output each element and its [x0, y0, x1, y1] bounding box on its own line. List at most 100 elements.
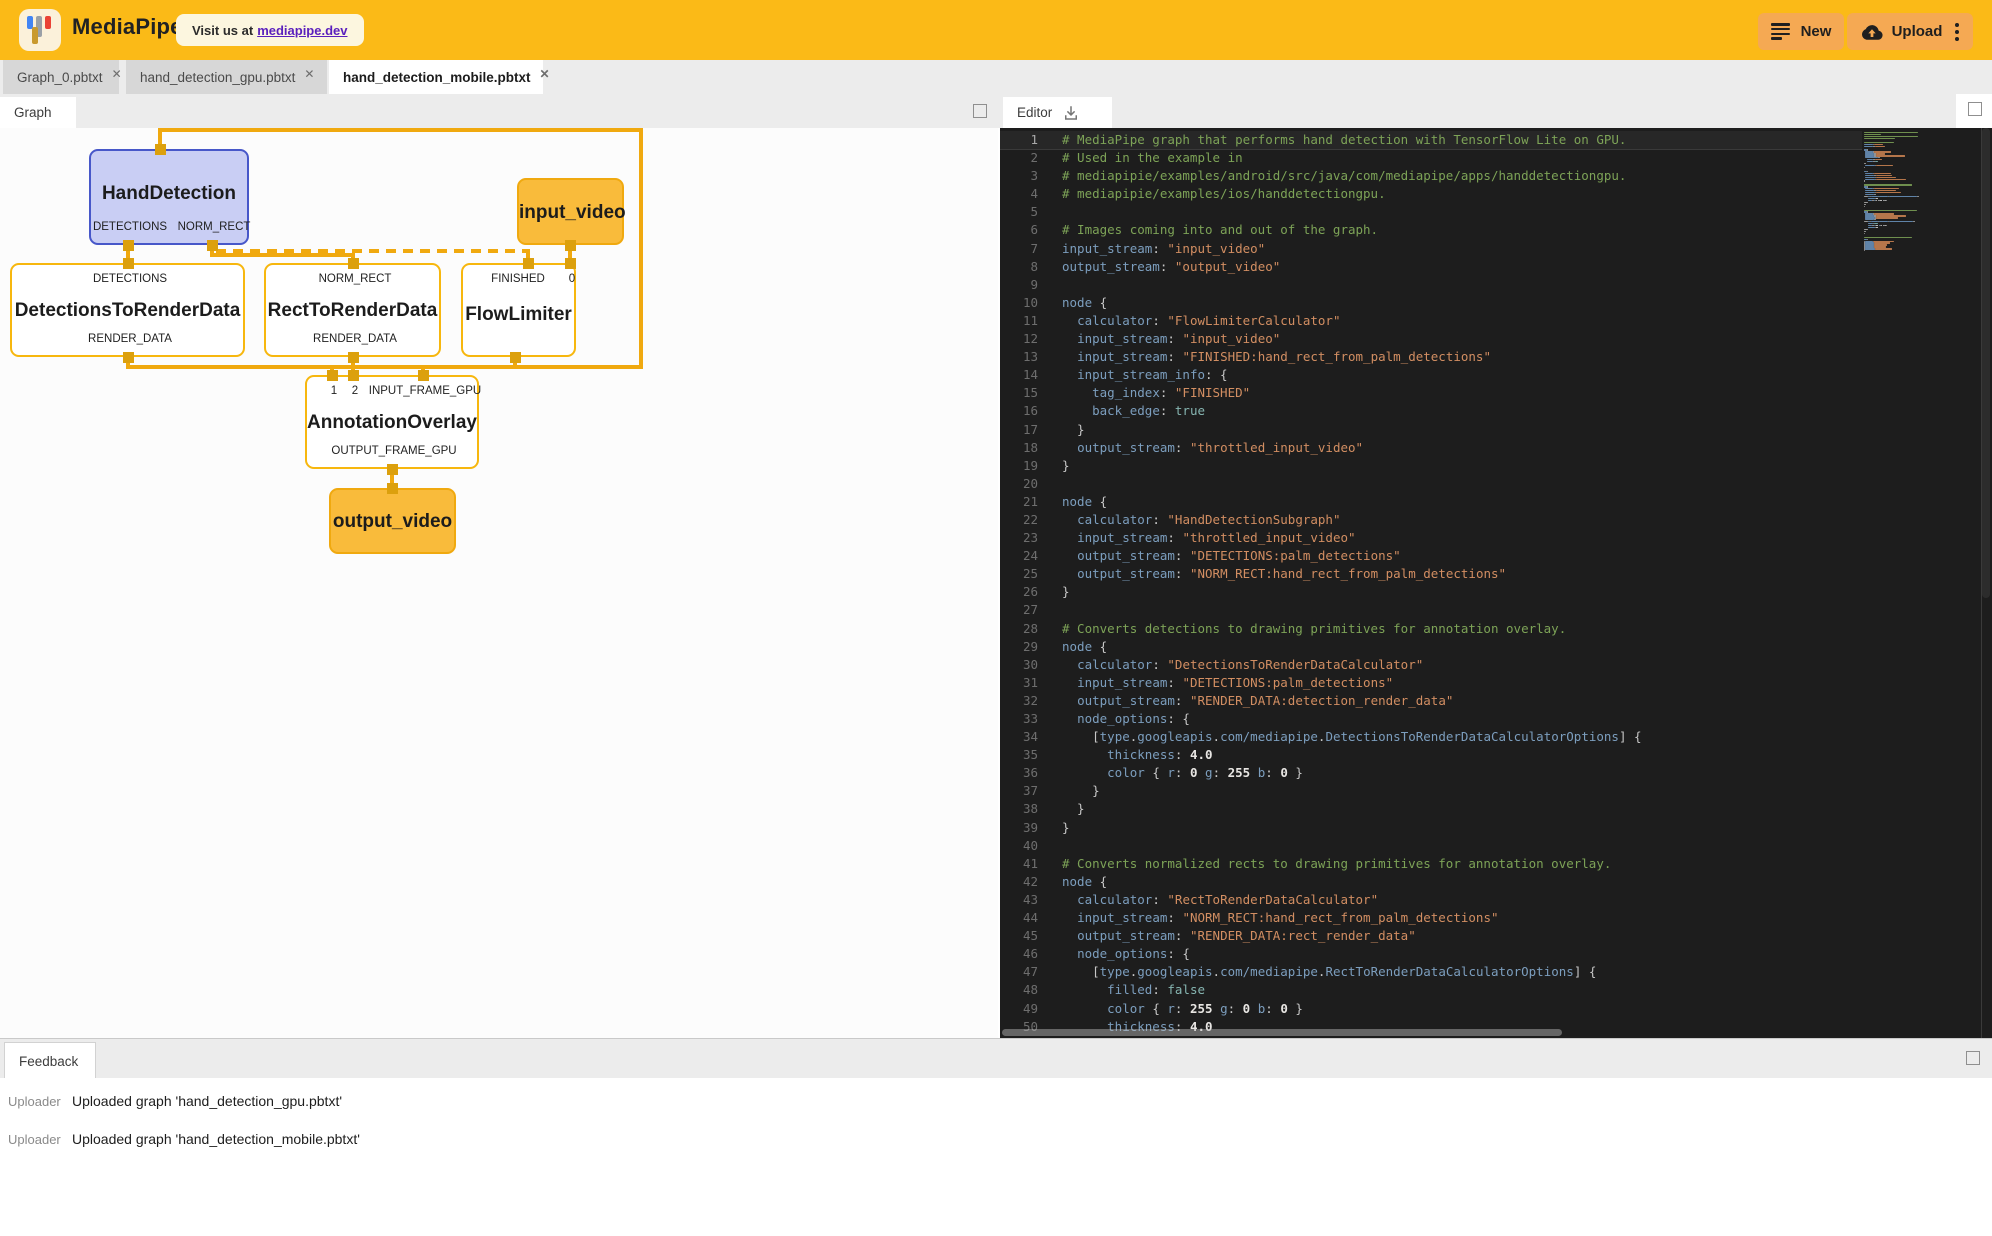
- code-line-8[interactable]: 8output_stream: "output_video": [1000, 258, 1862, 276]
- code-line-46[interactable]: 46 node_options: {: [1000, 945, 1862, 963]
- node-port[interactable]: [348, 352, 359, 363]
- code-line-36[interactable]: 36 color { r: 0 g: 255 b: 0 }: [1000, 764, 1862, 782]
- code-line-42[interactable]: 42node {: [1000, 873, 1862, 891]
- file-tab-hand_detection_gpu.pbtxt[interactable]: hand_detection_gpu.pbtxt✕: [126, 60, 327, 94]
- close-tab-icon[interactable]: ✕: [540, 67, 550, 81]
- code-line-24[interactable]: 24 output_stream: "DETECTIONS:palm_detec…: [1000, 547, 1862, 565]
- code-line-45[interactable]: 45 output_stream: "RENDER_DATA:rect_rend…: [1000, 927, 1862, 945]
- node-port[interactable]: [387, 483, 398, 494]
- code-line-21[interactable]: 21node {: [1000, 493, 1862, 511]
- code-line-32[interactable]: 32 output_stream: "RENDER_DATA:detection…: [1000, 692, 1862, 710]
- node-port[interactable]: [327, 370, 338, 381]
- tab-graph[interactable]: Graph: [0, 97, 76, 128]
- code-line-12[interactable]: 12 input_stream: "input_video": [1000, 330, 1862, 348]
- node-port[interactable]: [387, 464, 398, 475]
- code-line-18[interactable]: 18 output_stream: "throttled_input_video…: [1000, 439, 1862, 457]
- code-line-34[interactable]: 34 [type.googleapis.com/mediapipe.Detect…: [1000, 728, 1862, 746]
- code-line-30[interactable]: 30 calculator: "DetectionsToRenderDataCa…: [1000, 656, 1862, 674]
- graph-canvas[interactable]: HandDetectionDETECTIONSNORM_RECT input_vi…: [0, 128, 998, 1038]
- code-line-9[interactable]: 9: [1000, 276, 1862, 294]
- graph-node-output_video[interactable]: output_video: [329, 488, 456, 554]
- code-line-31[interactable]: 31 input_stream: "DETECTIONS:palm_detect…: [1000, 674, 1862, 692]
- code-line-5[interactable]: 5: [1000, 203, 1862, 221]
- graph-node-input_video[interactable]: input_video: [517, 178, 624, 245]
- code-line-35[interactable]: 35 thickness: 4.0: [1000, 746, 1862, 764]
- graph-node-HandDetection[interactable]: HandDetectionDETECTIONSNORM_RECT: [89, 149, 249, 245]
- code-line-27[interactable]: 27: [1000, 601, 1862, 619]
- node-port[interactable]: [123, 240, 134, 251]
- code-editor[interactable]: 1# MediaPipe graph that performs hand de…: [998, 128, 1992, 1038]
- graph-node-FlowLimiter[interactable]: FlowLimiterFINISHED0: [461, 263, 576, 357]
- editor-vertical-scrollbar[interactable]: [1982, 128, 1990, 598]
- node-port[interactable]: [510, 352, 521, 363]
- tab-editor[interactable]: Editor: [1003, 97, 1112, 128]
- node-port[interactable]: [565, 258, 576, 269]
- code-line-2[interactable]: 2# Used in the example in: [1000, 149, 1862, 167]
- tab-feedback[interactable]: Feedback: [4, 1042, 96, 1079]
- node-port[interactable]: [565, 240, 576, 251]
- node-port[interactable]: [523, 258, 534, 269]
- node-port[interactable]: [123, 352, 134, 363]
- editor-horizontal-scrollbar[interactable]: [1002, 1029, 1562, 1036]
- code-line-43[interactable]: 43 calculator: "RectToRenderDataCalculat…: [1000, 891, 1862, 909]
- code-line-48[interactable]: 48 filled: false: [1000, 981, 1862, 999]
- code-line-39[interactable]: 39}: [1000, 819, 1862, 837]
- code-line-33[interactable]: 33 node_options: {: [1000, 710, 1862, 728]
- code-line-19[interactable]: 19}: [1000, 457, 1862, 475]
- code-line-29[interactable]: 29node {: [1000, 638, 1862, 656]
- code-line-28[interactable]: 28# Converts detections to drawing primi…: [1000, 620, 1862, 638]
- node-port[interactable]: [155, 144, 166, 155]
- code-line-41[interactable]: 41# Converts normalized rects to drawing…: [1000, 855, 1862, 873]
- code-line-26[interactable]: 26}: [1000, 583, 1862, 601]
- graph-node-AnnotationOverlay[interactable]: AnnotationOverlay12INPUT_FRAME_GPUOUTPUT…: [305, 375, 479, 469]
- code-line-40[interactable]: 40: [1000, 837, 1862, 855]
- code-line-16[interactable]: 16 back_edge: true: [1000, 402, 1862, 420]
- download-icon[interactable]: [1062, 104, 1080, 122]
- line-number: 15: [1000, 384, 1038, 402]
- code-line-22[interactable]: 22 calculator: "HandDetectionSubgraph": [1000, 511, 1862, 529]
- code-line-4[interactable]: 4# mediapipie/examples/ios/handdetection…: [1000, 185, 1862, 203]
- expand-graph-panel-icon[interactable]: [973, 104, 987, 118]
- port-label: FINISHED: [491, 273, 545, 285]
- code-line-23[interactable]: 23 input_stream: "throttled_input_video": [1000, 529, 1862, 547]
- code-line-49[interactable]: 49 color { r: 255 g: 0 b: 0 }: [1000, 1000, 1862, 1018]
- code-line-25[interactable]: 25 output_stream: "NORM_RECT:hand_rect_f…: [1000, 565, 1862, 583]
- editor-minimap[interactable]: [1864, 132, 1974, 252]
- code-line-6[interactable]: 6# Images coming into and out of the gra…: [1000, 221, 1862, 239]
- code-area[interactable]: 1# MediaPipe graph that performs hand de…: [1000, 131, 1862, 1038]
- mediapipe-dev-link[interactable]: mediapipe.dev: [257, 23, 347, 38]
- code-line-38[interactable]: 38 }: [1000, 800, 1862, 818]
- code-line-13[interactable]: 13 input_stream: "FINISHED:hand_rect_fro…: [1000, 348, 1862, 366]
- file-tab-hand_detection_mobile.pbtxt[interactable]: hand_detection_mobile.pbtxt✕: [329, 60, 543, 94]
- expand-feedback-panel-icon[interactable]: [1966, 1051, 1980, 1065]
- code-line-37[interactable]: 37 }: [1000, 782, 1862, 800]
- expand-editor-panel-icon[interactable]: [1968, 102, 1982, 116]
- code-line-10[interactable]: 10node {: [1000, 294, 1862, 312]
- code-line-11[interactable]: 11 calculator: "FlowLimiterCalculator": [1000, 312, 1862, 330]
- line-number: 20: [1000, 475, 1038, 493]
- file-tab-Graph_0.pbtxt[interactable]: Graph_0.pbtxt✕: [3, 60, 119, 94]
- code-line-20[interactable]: 20: [1000, 475, 1862, 493]
- code-line-14[interactable]: 14 input_stream_info: {: [1000, 366, 1862, 384]
- node-port[interactable]: [207, 240, 218, 251]
- more-options-icon[interactable]: [1955, 23, 1959, 41]
- graph-node-RectToRenderData[interactable]: RectToRenderDataNORM_RECTRENDER_DATA: [264, 263, 441, 357]
- graph-node-DetectionsToRenderData[interactable]: DetectionsToRenderDataDETECTIONSRENDER_D…: [10, 263, 245, 357]
- code-line-1[interactable]: 1# MediaPipe graph that performs hand de…: [1000, 131, 1862, 149]
- code-line-15[interactable]: 15 tag_index: "FINISHED": [1000, 384, 1862, 402]
- code-line-44[interactable]: 44 input_stream: "NORM_RECT:hand_rect_fr…: [1000, 909, 1862, 927]
- node-port[interactable]: [418, 370, 429, 381]
- node-port[interactable]: [123, 258, 134, 269]
- graph-edge: [210, 253, 355, 257]
- node-port[interactable]: [348, 258, 359, 269]
- close-tab-icon[interactable]: ✕: [112, 67, 122, 81]
- code-line-47[interactable]: 47 [type.googleapis.com/mediapipe.RectTo…: [1000, 963, 1862, 981]
- new-button[interactable]: New: [1758, 13, 1844, 50]
- code-line-7[interactable]: 7input_stream: "input_video": [1000, 240, 1862, 258]
- code-line-3[interactable]: 3# mediapipie/examples/android/src/java/…: [1000, 167, 1862, 185]
- node-port[interactable]: [348, 370, 359, 381]
- close-tab-icon[interactable]: ✕: [304, 67, 314, 81]
- code-line-17[interactable]: 17 }: [1000, 421, 1862, 439]
- line-number: 26: [1000, 583, 1038, 601]
- upload-button[interactable]: Upload: [1847, 13, 1973, 50]
